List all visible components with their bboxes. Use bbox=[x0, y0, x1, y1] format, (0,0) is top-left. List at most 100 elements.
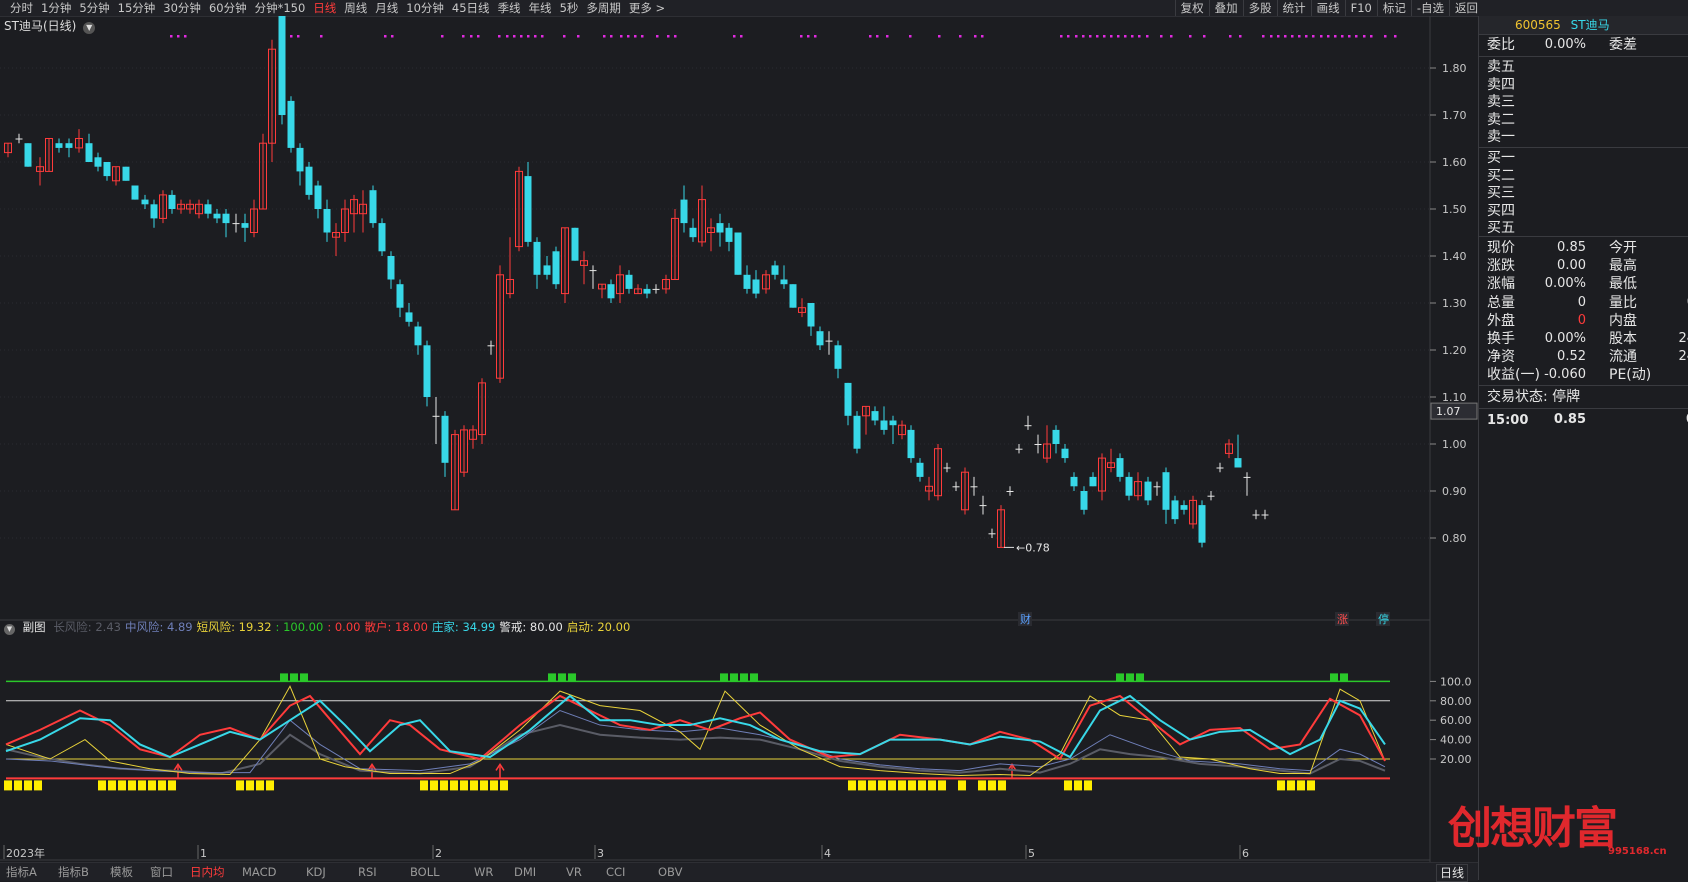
bottom-tab-11[interactable]: VR bbox=[566, 863, 582, 881]
bottom-tab-12[interactable]: CCI bbox=[606, 863, 625, 881]
tab-7[interactable]: 日线 bbox=[309, 0, 340, 16]
signal-dot bbox=[462, 35, 465, 38]
tool-button-4[interactable]: 画线 bbox=[1310, 0, 1345, 16]
bottom-tab-5[interactable]: MACD bbox=[242, 863, 276, 881]
price-tick-label: 1.10 bbox=[1442, 391, 1467, 404]
signal-dot bbox=[290, 35, 293, 38]
last-price-tag-text: 1.07 bbox=[1436, 405, 1461, 418]
stock-code: 600565 bbox=[1515, 18, 1561, 32]
candle-body-down bbox=[652, 288, 660, 290]
signal-block-yellow bbox=[430, 780, 438, 791]
bottom-tab-2[interactable]: 模板 bbox=[110, 863, 133, 881]
sub-chart-toggle-icon[interactable]: ▼ bbox=[4, 624, 15, 635]
time-label: 1 bbox=[200, 847, 207, 860]
tab-8[interactable]: 周线 bbox=[340, 0, 371, 16]
tab-3[interactable]: 15分钟 bbox=[114, 0, 160, 16]
sub-chart-title: 副图 bbox=[22, 620, 46, 634]
signal-block-yellow bbox=[138, 780, 146, 791]
divider bbox=[1479, 34, 1688, 35]
bottom-tab-0[interactable]: 指标A bbox=[6, 863, 37, 881]
bottom-tab-4[interactable]: 日内均 bbox=[190, 863, 225, 881]
signal-dot bbox=[1117, 35, 1120, 38]
candle-body-down bbox=[1153, 486, 1161, 488]
indicator-7: 警戒: 80.00 bbox=[499, 620, 563, 634]
bottom-tab-10[interactable]: DMI bbox=[514, 863, 536, 881]
bottom-tab-13[interactable]: OBV bbox=[658, 863, 682, 881]
tab-11[interactable]: 45日线 bbox=[448, 0, 494, 16]
signal-dot bbox=[876, 35, 879, 38]
signal-block-yellow bbox=[898, 780, 906, 791]
signal-block-yellow bbox=[470, 780, 478, 791]
tab-1[interactable]: 1分钟 bbox=[37, 0, 75, 16]
signal-dot bbox=[1170, 35, 1173, 38]
bottom-tab-3[interactable]: 窗口 bbox=[150, 863, 173, 881]
signal-block-green bbox=[1116, 673, 1124, 682]
tool-button-1[interactable]: 叠加 bbox=[1208, 0, 1243, 16]
chart-canvas[interactable]: 1.80 1.70 1.60 1.50 1.40 1.30 1.20 1.10 1.00 0.90… bbox=[0, 16, 1478, 862]
tool-button-8[interactable]: 返回 bbox=[1449, 0, 1483, 16]
candle-body-down bbox=[1052, 429, 1060, 444]
signal-dot bbox=[667, 35, 670, 38]
tab-9[interactable]: 月线 bbox=[371, 0, 402, 16]
tab-6[interactable]: 分钟*150 bbox=[251, 0, 310, 16]
tab-2[interactable]: 5分钟 bbox=[75, 0, 113, 16]
signal-block-yellow bbox=[24, 780, 32, 791]
quote-row: 净资 0.52 流通 24 bbox=[1487, 348, 1688, 366]
signal-block-yellow bbox=[928, 780, 936, 791]
tool-button-6[interactable]: 标记 bbox=[1376, 0, 1411, 16]
candle-body-down bbox=[789, 284, 797, 308]
candle-body-down bbox=[816, 331, 824, 346]
bottom-tab-6[interactable]: KDJ bbox=[306, 863, 326, 881]
bottom-tab-8[interactable]: BOLL bbox=[410, 863, 440, 881]
order-level: 买四 bbox=[1487, 202, 1687, 220]
period-label[interactable]: 日线 bbox=[1436, 864, 1469, 882]
tool-button-5[interactable]: F10 bbox=[1344, 0, 1377, 16]
tool-button-3[interactable]: 统计 bbox=[1276, 0, 1311, 16]
tick-time: 15:00 bbox=[1487, 413, 1529, 428]
main-force-line bbox=[5, 694, 1386, 759]
order-level-label: 卖四 bbox=[1487, 76, 1515, 93]
tab-16[interactable]: 更多 > bbox=[625, 0, 669, 16]
candle-body-down bbox=[55, 143, 63, 148]
indicator-6: 庄家: 34.99 bbox=[431, 620, 496, 634]
candle-body-down bbox=[716, 223, 724, 233]
candle-body-down bbox=[432, 415, 440, 417]
signal-block-yellow bbox=[1084, 780, 1092, 791]
signal-dot bbox=[938, 35, 941, 38]
tab-15[interactable]: 多周期 bbox=[582, 0, 625, 16]
signal-dot bbox=[886, 35, 889, 38]
signal-block-yellow bbox=[420, 780, 428, 791]
candle-body-down bbox=[323, 209, 331, 233]
mid-risk-line bbox=[5, 709, 1386, 774]
signal-block-yellow bbox=[158, 780, 166, 791]
tab-10[interactable]: 10分钟 bbox=[402, 0, 448, 16]
signal-dot bbox=[170, 35, 173, 38]
tab-0[interactable]: 分时 bbox=[6, 0, 37, 16]
tool-button-7[interactable]: -自选 bbox=[1410, 0, 1449, 16]
candle-body-down bbox=[85, 143, 93, 162]
signal-dot bbox=[391, 35, 394, 38]
signal-dot bbox=[1291, 35, 1294, 38]
tab-5[interactable]: 60分钟 bbox=[205, 0, 251, 16]
tool-button-0[interactable]: 复权 bbox=[1174, 0, 1209, 16]
sub-tick-label: 60.00 bbox=[1440, 714, 1472, 727]
signal-dot bbox=[320, 35, 323, 38]
title-dropdown-icon[interactable]: ▼ bbox=[83, 22, 96, 34]
signal-dot bbox=[807, 35, 810, 38]
tab-12[interactable]: 季线 bbox=[494, 0, 525, 16]
bottom-tab-1[interactable]: 指标B bbox=[58, 863, 89, 881]
signal-dot bbox=[184, 35, 187, 38]
bottom-tab-9[interactable]: WR bbox=[474, 863, 493, 881]
tab-13[interactable]: 年线 bbox=[525, 0, 556, 16]
price-tick-label: 1.80 bbox=[1442, 62, 1467, 75]
tab-14[interactable]: 5秒 bbox=[556, 0, 583, 16]
quote-row: 现价 0.85 今开 bbox=[1487, 239, 1687, 257]
candle-body-down bbox=[725, 227, 733, 242]
signal-block-yellow bbox=[978, 780, 986, 791]
bottom-tab-7[interactable]: RSI bbox=[358, 863, 377, 881]
candle-body-down bbox=[1089, 476, 1097, 487]
tab-4[interactable]: 30分钟 bbox=[159, 0, 205, 16]
tool-button-2[interactable]: 多股 bbox=[1242, 0, 1277, 16]
signal-dot bbox=[541, 35, 544, 38]
candle-body-down bbox=[314, 185, 322, 209]
